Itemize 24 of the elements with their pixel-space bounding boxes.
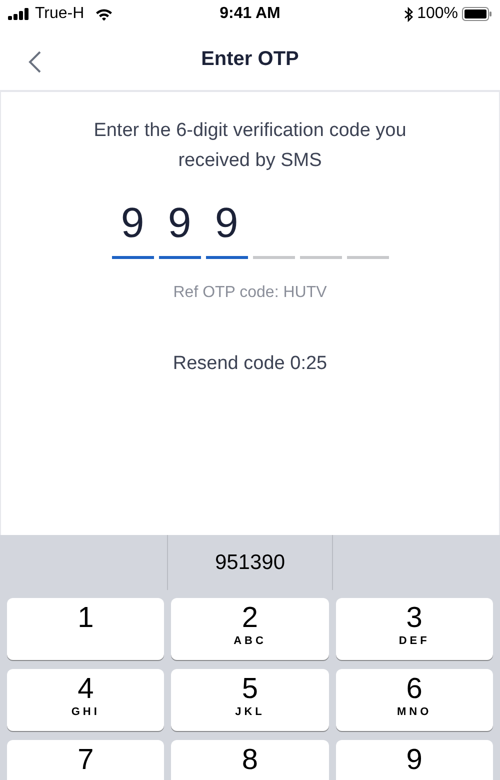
bluetooth-icon bbox=[404, 6, 414, 22]
otp-digit: 9 bbox=[168, 198, 192, 248]
otp-digit: 9 bbox=[120, 198, 144, 248]
keypad-key[interactable]: 1 bbox=[7, 598, 164, 660]
battery-percent: 100% bbox=[417, 4, 458, 24]
carrier-name: True-H bbox=[35, 4, 84, 24]
keypad-key[interactable]: 7 bbox=[7, 740, 164, 780]
resend-code-timer: Resend code 0:25 bbox=[172, 352, 328, 376]
keypad-key[interactable]: 4 GHI bbox=[7, 669, 164, 731]
otp-digit: 9 bbox=[214, 198, 238, 248]
keypad-key[interactable]: 2 ABC bbox=[171, 598, 329, 660]
screen-title: Enter OTP bbox=[201, 47, 299, 72]
instruction-text: Enter the 6-digit verification code you received by SMS bbox=[92, 119, 408, 173]
battery-icon bbox=[462, 7, 492, 21]
keypad-key[interactable]: 6 MNO bbox=[336, 669, 493, 731]
status-time: 9:41 AM bbox=[220, 4, 280, 24]
suggestion-item[interactable]: 951390 bbox=[214, 546, 286, 578]
reference-code: Ref OTP code: HUTV bbox=[173, 283, 327, 303]
keypad-key[interactable]: 5 JKL bbox=[171, 669, 329, 731]
keypad-key[interactable]: 3 DEF bbox=[336, 598, 493, 660]
wifi-icon bbox=[95, 8, 114, 20]
keypad-key[interactable]: 9 bbox=[336, 740, 493, 780]
keypad-key[interactable]: 8 bbox=[171, 740, 329, 780]
signal-icon bbox=[8, 8, 30, 20]
